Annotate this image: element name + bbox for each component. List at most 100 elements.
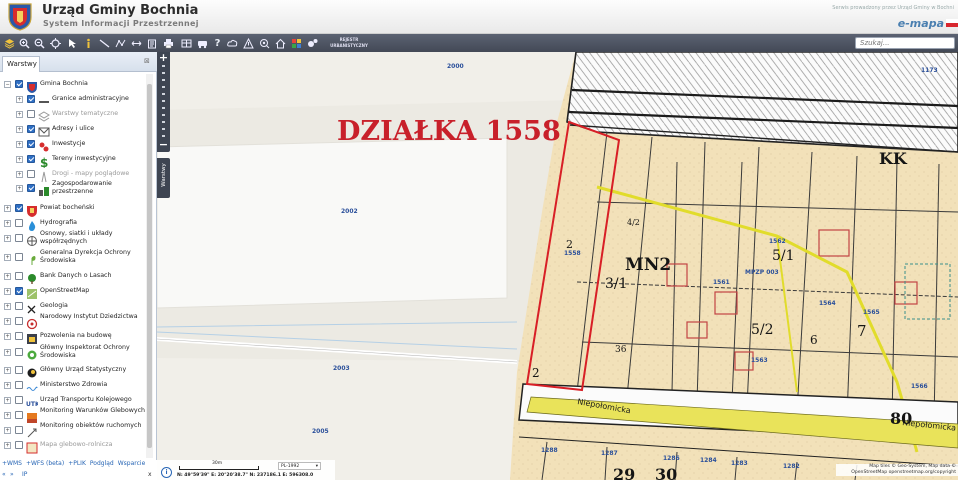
crs-select[interactable]: PL-1992 ▾	[278, 462, 321, 470]
preview-link[interactable]: Podgląd	[90, 460, 114, 467]
layer-checkbox[interactable]	[15, 317, 23, 325]
layer-row[interactable]: + Granice administracyjne	[0, 93, 146, 107]
layers-icon[interactable]	[3, 36, 16, 50]
layer-row[interactable]: + Bank Danych o Lasach	[0, 270, 146, 284]
expand-toggle[interactable]: +	[16, 156, 23, 163]
measure-line-icon[interactable]	[98, 36, 111, 50]
zoom-plus-button[interactable]: +	[157, 52, 170, 64]
expand-toggle[interactable]: +	[4, 442, 11, 449]
print-icon[interactable]	[162, 36, 175, 50]
prev-button[interactable]: «	[2, 471, 6, 478]
expand-toggle[interactable]: +	[4, 205, 11, 212]
layer-checkbox[interactable]	[15, 253, 23, 261]
layer-row[interactable]: + Mapa glebowo-rolnicza	[0, 439, 146, 454]
layer-checkbox[interactable]	[15, 234, 23, 242]
next-button[interactable]: »	[10, 471, 14, 478]
zoom-slider[interactable]	[162, 65, 165, 138]
layer-row[interactable]: + Generalna Dyrekcja Ochrony Środowiska	[0, 249, 146, 265]
layer-row[interactable]: + UTK Urząd Transportu Kolejowego	[0, 394, 146, 408]
layer-row[interactable]: + Inwestycje	[0, 138, 146, 152]
expand-toggle[interactable]: +	[4, 254, 11, 261]
layer-row[interactable]: + Ministerstwo Zdrowia	[0, 379, 146, 393]
map-view[interactable]: DZIAŁKA 1558 2000 2002 2003 2005 1173 15…	[157, 52, 958, 480]
layers-side-tab[interactable]: Warstwy	[157, 158, 170, 198]
close-button[interactable]: x	[148, 471, 152, 478]
expand-toggle[interactable]: +	[4, 349, 11, 356]
layer-row[interactable]: + Monitoring Warunków Glebowych	[0, 407, 146, 423]
layer-row[interactable]: + Narodowy Instytut Dziedzictwa	[0, 313, 146, 330]
layer-checkbox[interactable]	[15, 366, 23, 374]
settings-icon[interactable]	[306, 36, 319, 50]
layer-checkbox[interactable]	[15, 302, 23, 310]
cloud-icon[interactable]	[226, 36, 239, 50]
help-icon[interactable]: ?	[211, 36, 224, 50]
layer-row[interactable]: + Główny Inspektorat Ochrony Środowiska	[0, 344, 146, 360]
select-arrow-icon[interactable]	[66, 36, 79, 50]
support-link[interactable]: Wsparcie	[118, 460, 146, 467]
add-wms-link[interactable]: +WMS	[2, 460, 22, 467]
expand-toggle[interactable]: +	[4, 382, 11, 389]
expand-toggle[interactable]: +	[16, 185, 23, 192]
expand-toggle[interactable]: +	[4, 318, 11, 325]
layer-checkbox[interactable]	[27, 125, 35, 133]
layer-checkbox[interactable]	[27, 184, 35, 192]
gmina-crest-logo[interactable]	[7, 2, 33, 31]
layer-row[interactable]: + Monitoring obiektów ruchomych	[0, 422, 146, 438]
layer-checkbox[interactable]	[15, 80, 23, 88]
scrollbar-thumb[interactable]	[147, 84, 152, 448]
layer-checkbox[interactable]	[15, 332, 23, 340]
layer-row[interactable]: + Powiat bocheński	[0, 202, 146, 217]
layer-checkbox[interactable]	[27, 140, 35, 148]
zoom-extent-icon[interactable]	[49, 36, 62, 50]
layer-checkbox[interactable]	[15, 204, 23, 212]
layer-row[interactable]: + Hydrografia	[0, 217, 146, 231]
layer-row[interactable]: + Główny Urząd Statystyczny	[0, 364, 146, 378]
expand-toggle[interactable]: +	[4, 288, 11, 295]
expand-toggle[interactable]: +	[4, 235, 11, 242]
layer-checkbox[interactable]	[27, 155, 35, 163]
tiles-icon[interactable]	[290, 36, 303, 50]
layer-row[interactable]: + Geologia	[0, 300, 146, 314]
search-input[interactable]	[855, 37, 955, 49]
layer-checkbox[interactable]	[15, 219, 23, 227]
layer-checkbox[interactable]	[15, 426, 23, 434]
layer-row[interactable]: + Pozwolenia na budowę	[0, 330, 146, 344]
rejestr-urbanistyczny-button[interactable]: REJESTR URBANISTYCZNY	[329, 37, 369, 49]
panel-close-icon[interactable]: ⊠	[144, 57, 150, 65]
collapse-toggle[interactable]: −	[4, 81, 11, 88]
ip-link[interactable]: IP	[22, 471, 27, 478]
vehicle-icon[interactable]	[196, 36, 209, 50]
expand-toggle[interactable]: +	[16, 126, 23, 133]
expand-toggle[interactable]: +	[16, 96, 23, 103]
zoom-minus-button[interactable]: −	[157, 139, 170, 152]
expand-toggle[interactable]: +	[4, 412, 11, 419]
zoom-out-icon[interactable]	[33, 36, 46, 50]
layer-row[interactable]: + Adresy i ulice	[0, 123, 146, 137]
table-icon[interactable]	[180, 36, 193, 50]
expand-toggle[interactable]: +	[16, 171, 23, 178]
layer-row[interactable]: + Warstwy tematyczne	[0, 108, 146, 122]
layer-checkbox[interactable]	[15, 287, 23, 295]
layer-row[interactable]: + OpenStreetMap	[0, 285, 146, 299]
expand-toggle[interactable]: +	[4, 333, 11, 340]
pan-icon[interactable]	[130, 36, 143, 50]
home-icon[interactable]	[274, 36, 287, 50]
layer-checkbox[interactable]	[27, 95, 35, 103]
expand-toggle[interactable]: +	[4, 273, 11, 280]
layer-row[interactable]: + Zagospodarowanie przestrzenne	[0, 180, 146, 196]
layer-checkbox[interactable]	[15, 348, 23, 356]
warning-icon[interactable]	[242, 36, 255, 50]
expand-toggle[interactable]: +	[16, 111, 23, 118]
layer-checkbox[interactable]	[27, 170, 35, 178]
layer-row[interactable]: + $ Tereny inwestycyjne	[0, 153, 146, 170]
layer-checkbox[interactable]	[15, 396, 23, 404]
map-canvas[interactable]: DZIAŁKA 1558 2000 2002 2003 2005 1173 15…	[157, 52, 958, 480]
add-wfs-link[interactable]: +WFS (beta)	[26, 460, 64, 467]
info-circle-icon[interactable]: i	[161, 467, 172, 478]
expand-toggle[interactable]: +	[4, 397, 11, 404]
layer-row[interactable]: − Gmina Bochnia	[0, 78, 146, 93]
expand-toggle[interactable]: +	[4, 220, 11, 227]
layer-checkbox[interactable]	[15, 272, 23, 280]
expand-toggle[interactable]: +	[4, 303, 11, 310]
layer-checkbox[interactable]	[15, 381, 23, 389]
